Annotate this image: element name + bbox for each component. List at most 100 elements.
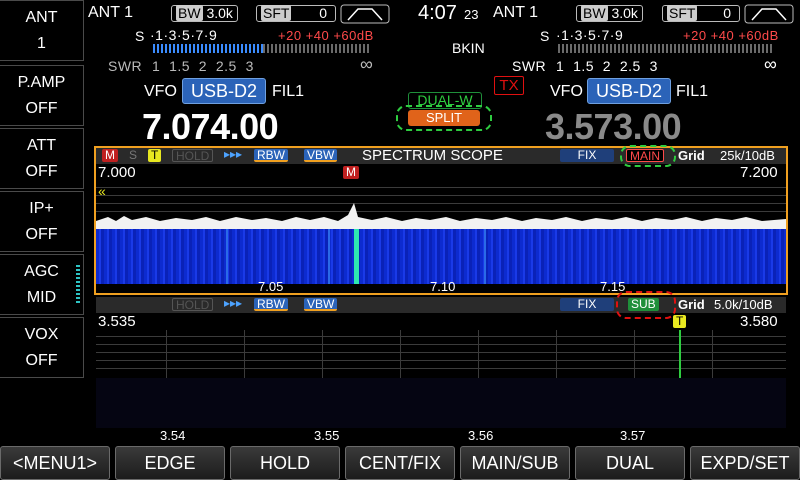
main-scope-marker: M: [343, 166, 359, 179]
att-value: OFF: [25, 162, 58, 180]
scope-marker-m-tag: M: [102, 149, 118, 162]
sub-sft-tag[interactable]: SFT 0: [662, 5, 740, 22]
att-label: ATT: [26, 136, 57, 154]
sub-tick-2: 3.55: [314, 428, 340, 443]
main-s-scale: ·1·3·5·7·9: [150, 27, 218, 43]
agc-label: AGC: [24, 262, 59, 280]
vox-label: VOX: [24, 325, 59, 343]
waterfall-trace-c: [484, 229, 486, 284]
main-rbw-tag[interactable]: RBW: [254, 149, 288, 162]
main-bw-label: BW: [176, 5, 203, 21]
main-ant-label: ANT 1: [88, 4, 134, 21]
main-span-label: 25k/10dB: [720, 148, 775, 163]
main-sft-value: 0: [319, 5, 327, 21]
sub-waterfall[interactable]: [96, 378, 786, 428]
ant-value: 1: [37, 34, 46, 52]
sub-swr-inf: ∞: [764, 54, 778, 74]
waterfall-trace-a: [226, 229, 228, 284]
main-bw-tag[interactable]: BW 3.0k: [171, 5, 238, 22]
main-s-meter-bar: [153, 44, 263, 53]
sub-s-plus: +20 +40 +60dB: [683, 28, 779, 43]
main-swr-label: SWR: [108, 58, 143, 74]
sub-fix-tag[interactable]: FIX: [560, 298, 614, 311]
main-hold-tag[interactable]: HOLD: [172, 149, 214, 163]
sub-rbw-tag[interactable]: RBW: [254, 298, 288, 311]
main-filter-label: FIL1: [272, 83, 305, 100]
main-swr-inf: ∞: [360, 54, 374, 74]
main-spectrum-trace: [96, 203, 786, 229]
scope-marker-s-tag: S: [129, 148, 138, 162]
hold-button[interactable]: HOLD: [230, 446, 340, 480]
sub-s-label: S: [540, 28, 550, 44]
edge-button[interactable]: EDGE: [115, 446, 225, 480]
waterfall-signal-line: [354, 229, 359, 284]
att-button[interactable]: ATT OFF: [0, 128, 84, 189]
main-tick-1: 7.05: [258, 279, 284, 294]
main-waterfall[interactable]: [96, 229, 786, 284]
preamp-label: P.AMP: [17, 73, 66, 91]
main-scope-start-freq: 7.000: [98, 164, 136, 181]
menu1-button[interactable]: <MENU1>: [0, 446, 110, 480]
sub-scope-marker: T: [673, 315, 687, 328]
agc-button[interactable]: AGC MID: [0, 254, 84, 315]
sub-arrows-icon: ▸▸▸: [224, 296, 243, 310]
main-tick-2: 7.10: [430, 279, 456, 294]
sub-tx-marker-line: [679, 330, 681, 378]
preamp-value: OFF: [25, 99, 58, 117]
sub-s-scale: ·1·3·5·7·9: [556, 27, 624, 43]
ant-label: ANT: [25, 8, 58, 26]
preamp-button[interactable]: P.AMP OFF: [0, 65, 84, 126]
main-frequency[interactable]: 7.074.00: [142, 106, 279, 148]
main-s-label: S: [135, 28, 145, 44]
sub-bw-label: BW: [581, 5, 608, 21]
expd-set-button[interactable]: EXPD/SET: [690, 446, 800, 480]
cent-fix-button[interactable]: CENT/FIX: [345, 446, 455, 480]
clock-seconds: 23: [464, 7, 479, 22]
sub-bw-tag[interactable]: BW 3.0k: [576, 5, 643, 22]
sub-swr-scale: 1 1.5 2 2.5 3: [556, 58, 658, 74]
sub-s-meter-empty: [558, 44, 774, 53]
sub-vfo-label: VFO: [550, 83, 583, 100]
sub-vbw-tag[interactable]: VBW: [304, 298, 338, 311]
sub-span-label: 5.0k/10dB: [714, 297, 773, 312]
split-highlight-circle: [396, 105, 492, 131]
sub-sft-value: 0: [723, 5, 731, 21]
main-mode-button[interactable]: USB-D2: [182, 78, 266, 104]
main-vbw-tag[interactable]: VBW: [304, 149, 338, 162]
scope-marker-t-tag: T: [148, 149, 162, 162]
ip-plus-label: IP+: [29, 199, 54, 217]
scope-title: SPECTRUM SCOPE: [362, 147, 503, 164]
sub-hold-tag[interactable]: HOLD: [172, 298, 214, 312]
main-vfo-label: VFO: [144, 83, 177, 100]
main-spectrum-plot[interactable]: [96, 181, 786, 229]
sub-frequency[interactable]: 3.573.00: [545, 106, 682, 148]
main-sft-tag[interactable]: SFT 0: [256, 5, 336, 22]
vox-button[interactable]: VOX OFF: [0, 317, 84, 378]
sub-ant-label: ANT 1: [493, 4, 539, 21]
sub-tag-highlight-circle: [616, 291, 676, 319]
ant-button[interactable]: ANT 1: [0, 0, 84, 61]
sub-grid-label: Grid: [678, 297, 705, 312]
ip-plus-value: OFF: [25, 225, 58, 243]
sub-spectrum-plot[interactable]: [96, 330, 786, 378]
sub-swr-label: SWR: [512, 58, 547, 74]
sub-scope-start-freq: 3.535: [98, 313, 136, 330]
clock-time: 4:07: [418, 2, 457, 24]
sub-filter-label: FIL1: [676, 83, 709, 100]
dual-button[interactable]: DUAL: [575, 446, 685, 480]
main-scope-end-freq: 7.200: [740, 164, 778, 181]
main-tag-highlight-circle: [620, 145, 676, 167]
sub-tick-4: 3.57: [620, 428, 646, 443]
main-sft-label: SFT: [261, 5, 292, 21]
sub-mode-button[interactable]: USB-D2: [587, 78, 671, 104]
main-sub-button[interactable]: MAIN/SUB: [460, 446, 570, 480]
agc-indicator: [76, 265, 80, 305]
main-swr-scale: 1 1.5 2 2.5 3: [152, 58, 254, 74]
tx-indicator: TX: [494, 76, 524, 95]
ip-plus-button[interactable]: IP+ OFF: [0, 191, 84, 252]
sub-scope-end-freq: 3.580: [740, 313, 778, 330]
waterfall-trace-b: [328, 229, 330, 284]
agc-value: MID: [26, 288, 57, 306]
main-fix-tag[interactable]: FIX: [560, 149, 614, 162]
main-filter-shape-icon: [340, 4, 390, 24]
